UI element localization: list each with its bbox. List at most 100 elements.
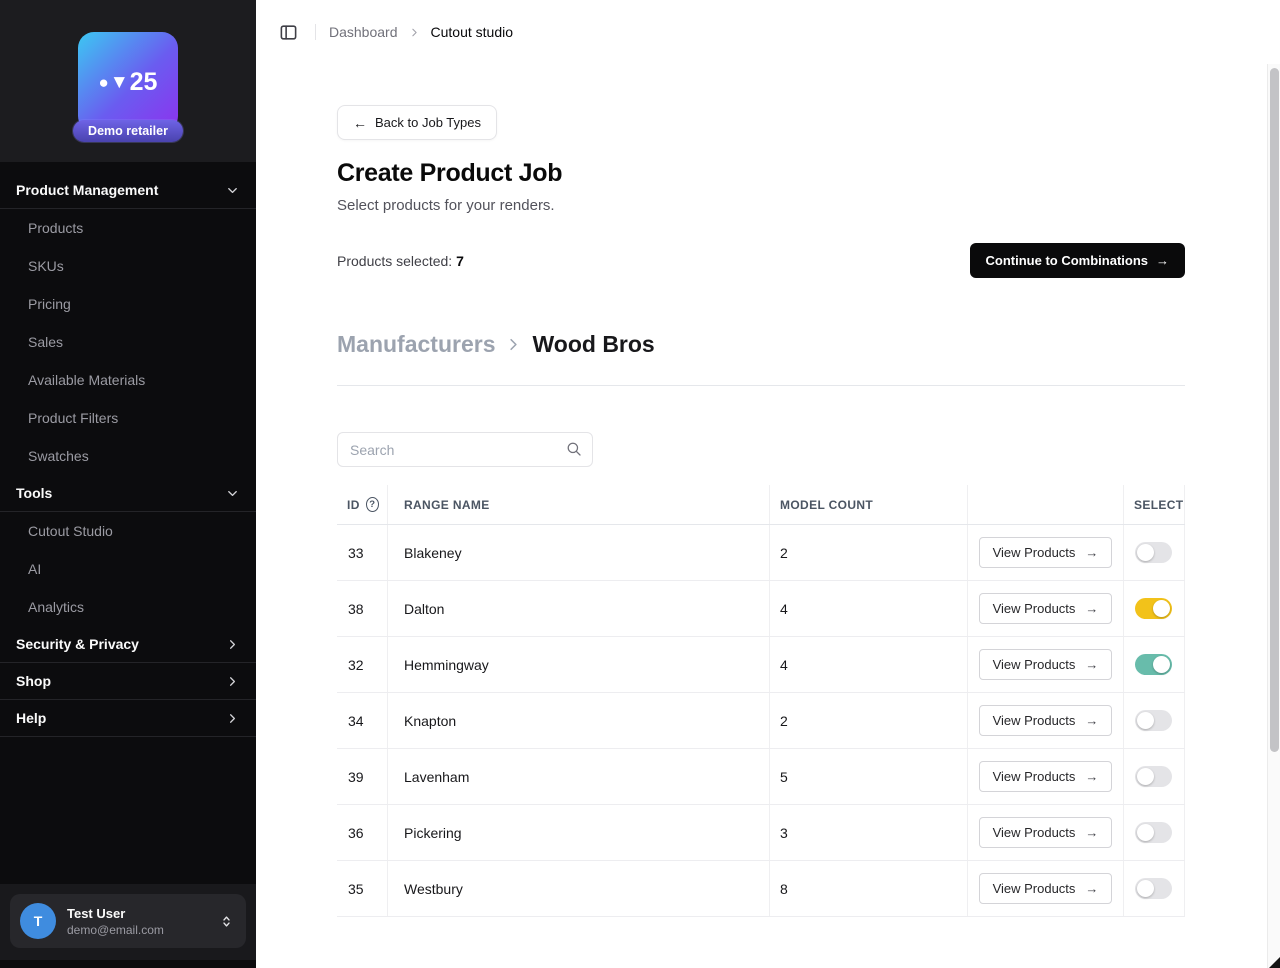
help-circle-icon[interactable]: ? [366, 497, 379, 512]
sidebar-item-skus[interactable]: SKUs [0, 247, 256, 285]
row-select-cell [1124, 581, 1185, 636]
toggle-knob [1137, 544, 1154, 561]
table-row: 36Pickering3View Products→ [337, 805, 1185, 861]
retailer-badge[interactable]: Demo retailer [73, 120, 183, 142]
sidebar-item-available-materials[interactable]: Available Materials [0, 361, 256, 399]
view-products-label: View Products [993, 825, 1076, 840]
toggle-knob [1153, 600, 1170, 617]
sidebar-section-label: Product Management [16, 182, 158, 198]
row-id: 36 [337, 805, 388, 860]
sidebar-item-products[interactable]: Products [0, 209, 256, 247]
continue-button-label: Continue to Combinations [986, 253, 1148, 268]
ranges-table: ID ? RANGE NAME MODEL COUNT SELECT 33Bla… [337, 485, 1185, 917]
view-products-button[interactable]: View Products→ [979, 873, 1113, 904]
sidebar-section-label: Help [16, 710, 46, 726]
view-products-label: View Products [993, 769, 1076, 784]
column-header-model-count: MODEL COUNT [770, 485, 968, 524]
sidebar-toggle-button[interactable] [274, 18, 302, 46]
view-products-button[interactable]: View Products→ [979, 649, 1113, 680]
back-to-job-types-button[interactable]: ← Back to Job Types [337, 105, 497, 140]
row-actions-cell: View Products→ [968, 861, 1124, 916]
continue-to-combinations-button[interactable]: Continue to Combinations → [970, 243, 1185, 278]
view-products-button[interactable]: View Products → [979, 537, 1113, 568]
row-actions-cell: View Products → [968, 749, 1124, 804]
row-actions-cell: View Products→ [968, 637, 1124, 692]
user-menu[interactable]: T Test User demo@email.com [10, 894, 246, 948]
resize-corner [1269, 957, 1280, 968]
sidebar-footer: T Test User demo@email.com [0, 884, 256, 960]
view-products-label: View Products [993, 713, 1076, 728]
search-input[interactable] [337, 432, 593, 467]
toggle-knob [1153, 656, 1170, 673]
select-toggle[interactable] [1135, 598, 1172, 619]
products-selected-count: 7 [456, 253, 464, 269]
select-toggle[interactable] [1135, 822, 1172, 843]
select-toggle[interactable] [1135, 766, 1172, 787]
arrow-right-icon: → [1085, 825, 1098, 840]
table-row: 39Lavenham5View Products→ [337, 749, 1185, 805]
vertical-scrollbar[interactable] [1267, 64, 1280, 968]
chevron-right-icon [225, 674, 240, 689]
sidebar-item-product-filters[interactable]: Product Filters [0, 399, 256, 437]
sidebar-nav: Product Management ProductsSKUsPricingSal… [0, 162, 256, 884]
row-range-name: Dalton [388, 581, 770, 636]
arrow-right-icon: → [1085, 713, 1098, 728]
sidebar-item-ai[interactable]: AI [0, 550, 256, 588]
view-products-button[interactable]: View Products → [979, 705, 1113, 736]
select-toggle[interactable] [1135, 542, 1172, 563]
sidebar-section-security-privacy[interactable]: Security & Privacy [0, 626, 256, 663]
view-products-button[interactable]: View Products→ [979, 593, 1113, 624]
sidebar-section-tools[interactable]: Tools [0, 475, 256, 512]
column-header-id: ID ? [337, 485, 388, 524]
row-id: 39 [337, 749, 388, 804]
sidebar-section-label: Security & Privacy [16, 636, 139, 652]
panel-left-icon [279, 23, 298, 42]
logo-number: 25 [130, 68, 158, 97]
manufacturers-link[interactable]: Manufacturers [337, 331, 495, 358]
table-row: 34Knapton2View Products→ [337, 693, 1185, 749]
sidebar-item-pricing[interactable]: Pricing [0, 285, 256, 323]
row-actions-cell: View Products → [968, 693, 1124, 748]
ov25-logo-glyphs: ● ▼ 25 [99, 68, 158, 97]
arrow-right-icon: → [1085, 769, 1098, 784]
column-header-select: SELECT [1124, 485, 1185, 524]
view-products-label: View Products [993, 545, 1076, 560]
page-subtitle: Select products for your renders. [337, 197, 1185, 214]
select-toggle[interactable] [1135, 878, 1172, 899]
scrollbar-thumb[interactable] [1270, 68, 1279, 752]
view-products-label: View Products [993, 881, 1076, 896]
sidebar-section-product-management[interactable]: Product Management [0, 172, 256, 209]
sidebar-section-shop[interactable]: Shop [0, 663, 256, 700]
row-range-name: Westbury [388, 861, 770, 916]
arrow-right-icon: → [1085, 545, 1098, 560]
row-model-count: 8 [770, 861, 968, 916]
arrow-left-icon: ← [353, 116, 367, 130]
toggle-knob [1137, 712, 1154, 729]
view-products-button[interactable]: View Products → [979, 761, 1113, 792]
topbar: Dashboard Cutout studio [256, 0, 1280, 64]
view-products-label: View Products [993, 601, 1076, 616]
row-model-count: 4 [770, 581, 968, 636]
current-manufacturer: Wood Bros [532, 331, 654, 358]
toggle-knob [1137, 880, 1154, 897]
sidebar-header: ● ▼ 25 Demo retailer [0, 0, 256, 162]
avatar: T [20, 903, 56, 939]
view-products-button[interactable]: View Products → [979, 817, 1113, 848]
select-toggle[interactable] [1135, 654, 1172, 675]
select-toggle[interactable] [1135, 710, 1172, 731]
sidebar-item-sales[interactable]: Sales [0, 323, 256, 361]
row-range-name: Hemmingway [388, 637, 770, 692]
sidebar-item-swatches[interactable]: Swatches [0, 437, 256, 475]
row-select-cell [1124, 749, 1185, 804]
sidebar-section-help[interactable]: Help [0, 700, 256, 737]
chevron-right-icon [225, 711, 240, 726]
sidebar-item-analytics[interactable]: Analytics [0, 588, 256, 626]
toggle-knob [1137, 768, 1154, 785]
row-select-cell [1124, 805, 1185, 860]
sidebar-item-cutout-studio[interactable]: Cutout Studio [0, 512, 256, 550]
section-divider [337, 385, 1185, 386]
breadcrumb-dashboard[interactable]: Dashboard [329, 24, 398, 40]
ov25-logo: ● ▼ 25 [78, 32, 178, 132]
main-content: Dashboard Cutout studio ← Back to Job Ty… [256, 0, 1280, 968]
search-field [337, 432, 593, 467]
